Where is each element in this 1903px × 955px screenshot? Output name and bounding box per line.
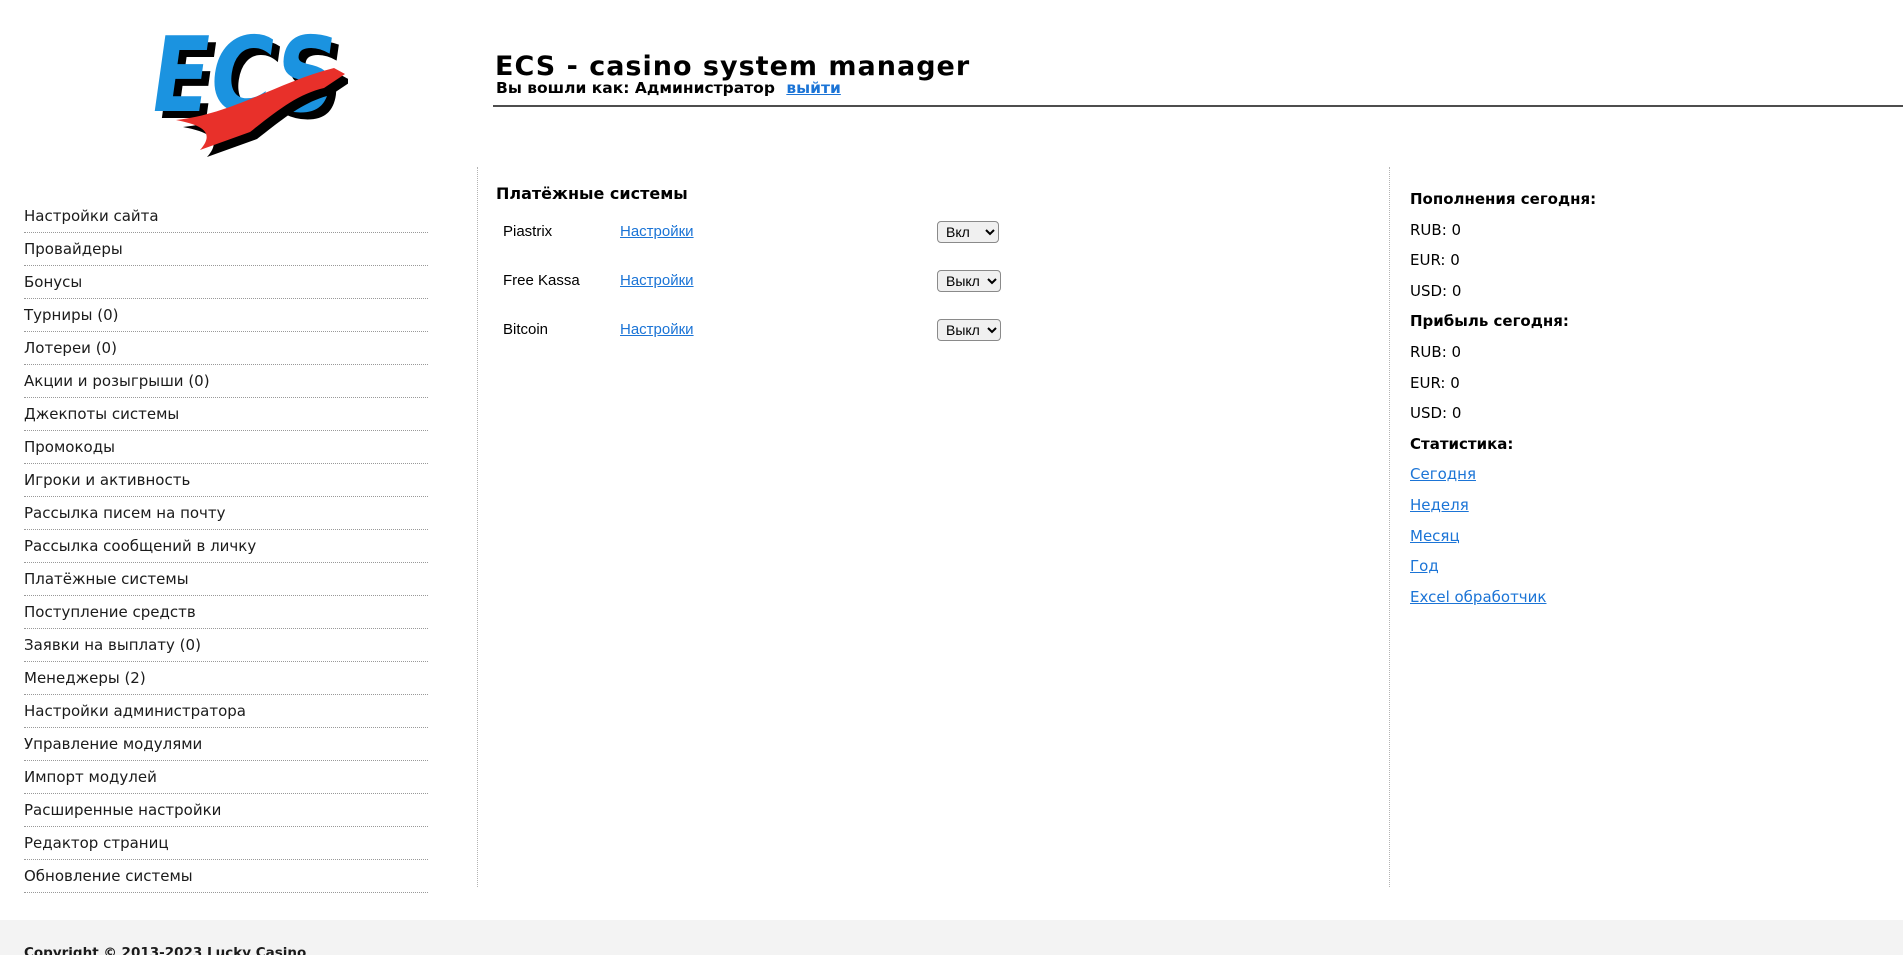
stats-link-row: Год xyxy=(1410,553,1690,584)
sidebar-menu-item[interactable]: Поступление средств xyxy=(24,596,428,629)
login-status: Вы вошли как: Администратор выйти xyxy=(496,79,841,97)
page-title: ECS - casino system manager xyxy=(495,51,971,83)
stats-link[interactable]: Месяц xyxy=(1410,527,1460,545)
payment-status-cell: Вкл xyxy=(937,220,1063,243)
payments-heading: Платёжные системы xyxy=(496,184,688,203)
sidebar-menu: Настройки сайта Провайдеры Бонусы Турнир… xyxy=(24,200,428,893)
deposits-values: RUB: 0 EUR: 0 USD: 0 xyxy=(1410,217,1690,309)
payment-status-select[interactable]: Выкл xyxy=(937,269,1001,292)
logout-link[interactable]: выйти xyxy=(786,79,841,97)
admin-page: ECS ECS ECS - casino system manager Вы в… xyxy=(0,0,1903,955)
payment-name: Free Kassa xyxy=(503,272,580,289)
sidebar-menu-item[interactable]: Расширенные настройки xyxy=(24,794,428,827)
payment-name: Piastrix xyxy=(503,223,553,240)
payments-list: Piastrix Настройки Вкл Free Kassa Настро… xyxy=(503,216,1063,363)
stats-links: Сегодня Неделя Месяц Год Excel обработчик xyxy=(1410,461,1690,614)
sidebar-menu-item[interactable]: Настройки сайта xyxy=(24,200,428,233)
payment-name: Bitcoin xyxy=(503,321,549,338)
right-content-divider xyxy=(1389,167,1390,887)
sidebar-menu-item[interactable]: Платёжные системы xyxy=(24,563,428,596)
payment-row: Bitcoin Настройки Выкл xyxy=(503,314,1063,345)
deposits-heading: Пополнения сегодня: xyxy=(1410,190,1597,208)
sidebar-menu-item[interactable]: Игроки и активность xyxy=(24,464,428,497)
copyright-text: Copyright © 2013-2023 Lucky Casino xyxy=(24,945,307,955)
sidebar-menu-item[interactable]: Заявки на выплату (0) xyxy=(24,629,428,662)
payment-row: Free Kassa Настройки Выкл xyxy=(503,265,1063,296)
payment-status-cell: Выкл xyxy=(937,318,1063,341)
sidebar-menu-item[interactable]: Менеджеры (2) xyxy=(24,662,428,695)
deposit-value: USD: 0 xyxy=(1410,281,1462,300)
stats-link[interactable]: Неделя xyxy=(1410,496,1469,514)
profit-heading: Прибыль сегодня: xyxy=(1410,312,1569,331)
sidebar-menu-item[interactable]: Обновление системы xyxy=(24,860,428,893)
profit-value: EUR: 0 xyxy=(1410,373,1460,392)
payment-status-select[interactable]: Вкл xyxy=(937,220,999,243)
footer: Copyright © 2013-2023 Lucky Casino xyxy=(0,920,1903,955)
sidebar-menu-item[interactable]: Провайдеры xyxy=(24,233,428,266)
sidebar-menu-item[interactable]: Турниры (0) xyxy=(24,299,428,332)
payment-settings-link[interactable]: Настройки xyxy=(620,321,937,338)
stats-heading: Статистика: xyxy=(1410,434,1514,453)
profit-value: USD: 0 xyxy=(1410,404,1462,423)
sidebar-menu-item[interactable]: Настройки администратора xyxy=(24,695,428,728)
sidebar-menu-item[interactable]: Джекпоты системы xyxy=(24,398,428,431)
stats-link-row: Сегодня xyxy=(1410,461,1690,492)
sidebar-menu-item[interactable]: Рассылка сообщений в личку xyxy=(24,530,428,563)
ecs-logo: ECS ECS xyxy=(138,14,353,158)
payment-status-select[interactable]: Выкл xyxy=(937,318,1001,341)
stats-link[interactable]: Сегодня xyxy=(1410,465,1476,483)
sidebar-menu-item[interactable]: Лотереи (0) xyxy=(24,332,428,365)
sidebar-menu-item[interactable]: Бонусы xyxy=(24,266,428,299)
payment-settings-link[interactable]: Настройки xyxy=(620,223,937,240)
sidebar-menu-item[interactable]: Рассылка писем на почту xyxy=(24,497,428,530)
header-divider xyxy=(493,105,1903,107)
payment-row: Piastrix Настройки Вкл xyxy=(503,216,1063,247)
sidebar-menu-item[interactable]: Управление модулями xyxy=(24,728,428,761)
stats-link-row: Месяц xyxy=(1410,523,1690,554)
payment-status-cell: Выкл xyxy=(937,269,1063,292)
ecs-logo-image: ECS ECS xyxy=(143,14,353,157)
deposit-value: RUB: 0 xyxy=(1410,220,1462,239)
stats-link[interactable]: Excel обработчик xyxy=(1410,588,1546,606)
sidebar-menu-item[interactable]: Редактор страниц xyxy=(24,827,428,860)
payment-settings-link[interactable]: Настройки xyxy=(620,272,937,289)
sidebar-menu-item[interactable]: Промокоды xyxy=(24,431,428,464)
stats-panel: Пополнения сегодня: RUB: 0 EUR: 0 USD: 0 П… xyxy=(1410,186,1690,614)
sidebar-menu-item[interactable]: Акции и розыгрыши (0) xyxy=(24,365,428,398)
stats-link-row: Неделя xyxy=(1410,492,1690,523)
profit-values: RUB: 0 EUR: 0 USD: 0 xyxy=(1410,339,1690,431)
stats-link[interactable]: Год xyxy=(1410,557,1439,575)
login-status-text: Вы вошли как: Администратор xyxy=(496,79,775,97)
sidebar-menu-item[interactable]: Импорт модулей xyxy=(24,761,428,794)
left-content-divider xyxy=(477,167,478,887)
deposit-value: EUR: 0 xyxy=(1410,251,1460,270)
profit-value: RUB: 0 xyxy=(1410,342,1462,361)
stats-link-row: Excel обработчик xyxy=(1410,584,1690,615)
